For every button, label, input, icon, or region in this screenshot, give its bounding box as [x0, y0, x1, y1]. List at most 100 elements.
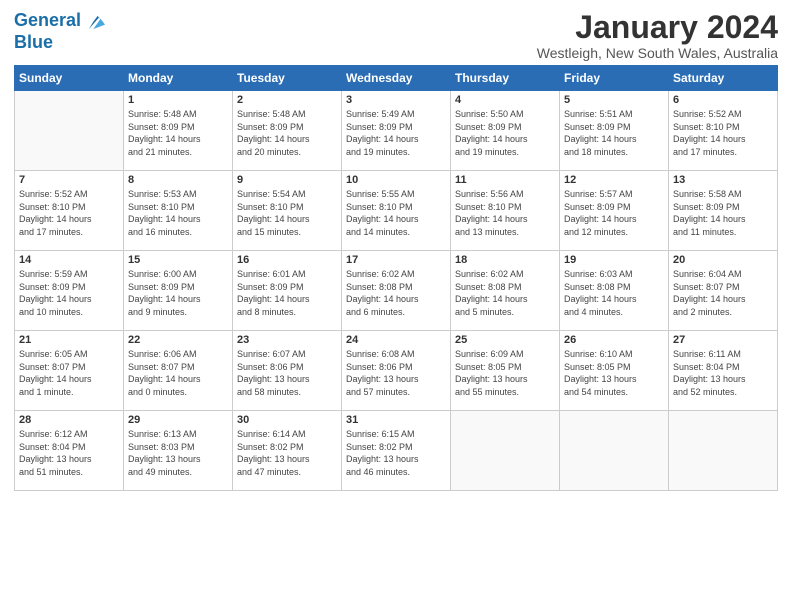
day-info: Sunrise: 5:52 AM Sunset: 8:10 PM Dayligh… — [673, 108, 773, 158]
title-block: January 2024 Westleigh, New South Wales,… — [537, 10, 778, 61]
day-number: 24 — [346, 334, 446, 346]
day-info: Sunrise: 5:54 AM Sunset: 8:10 PM Dayligh… — [237, 188, 337, 238]
calendar-week-1: 1 Sunrise: 5:48 AM Sunset: 8:09 PM Daylig… — [15, 91, 778, 171]
calendar-cell: 14 Sunrise: 5:59 AM Sunset: 8:09 PM Dayli… — [15, 251, 124, 331]
day-info: Sunrise: 5:50 AM Sunset: 8:09 PM Dayligh… — [455, 108, 555, 158]
calendar-cell: 11Sunrise: 5:56 AM Sunset: 8:10 PM Dayli… — [451, 171, 560, 251]
calendar-cell: 2Sunrise: 5:48 AM Sunset: 8:09 PM Daylig… — [233, 91, 342, 171]
calendar-cell: 22 Sunrise: 6:06 AM Sunset: 8:07 PM Dayli… — [124, 331, 233, 411]
day-info: Sunrise: 6:06 AM Sunset: 8:07 PM Dayligh… — [128, 348, 228, 398]
day-number: 2 — [237, 94, 337, 106]
day-info: Sunrise: 5:56 AM Sunset: 8:10 PM Dayligh… — [455, 188, 555, 238]
day-number: 23 — [237, 334, 337, 346]
calendar-cell: 18 Sunrise: 6:02 AM Sunset: 8:08 PM Dayli… — [451, 251, 560, 331]
calendar-cell: 12 Sunrise: 5:57 AM Sunset: 8:09 PM Dayli… — [560, 171, 669, 251]
calendar-cell: 6 Sunrise: 5:52 AM Sunset: 8:10 PM Daylig… — [669, 91, 778, 171]
calendar-cell: 28Sunrise: 6:12 AM Sunset: 8:04 PM Dayli… — [15, 411, 124, 491]
calendar-week-4: 21Sunrise: 6:05 AM Sunset: 8:07 PM Dayli… — [15, 331, 778, 411]
day-number: 3 — [346, 94, 446, 106]
page-container: General Blue January 2024 Westleigh, New… — [0, 0, 792, 497]
day-number: 14 — [19, 254, 119, 266]
calendar-cell: 15 Sunrise: 6:00 AM Sunset: 8:09 PM Dayli… — [124, 251, 233, 331]
day-number: 22 — [128, 334, 228, 346]
calendar-cell: 30 Sunrise: 6:14 AM Sunset: 8:02 PM Dayli… — [233, 411, 342, 491]
day-number: 17 — [346, 254, 446, 266]
logo-blue: Blue — [14, 32, 105, 53]
day-number: 30 — [237, 414, 337, 426]
day-number: 28 — [19, 414, 119, 426]
day-info: Sunrise: 6:00 AM Sunset: 8:09 PM Dayligh… — [128, 268, 228, 318]
weekday-header-row: SundayMondayTuesdayWednesdayThursdayFrid… — [15, 66, 778, 91]
day-info: Sunrise: 5:49 AM Sunset: 8:09 PM Dayligh… — [346, 108, 446, 158]
calendar-cell: 9 Sunrise: 5:54 AM Sunset: 8:10 PM Daylig… — [233, 171, 342, 251]
logo-icon — [83, 10, 105, 32]
calendar-cell — [15, 91, 124, 171]
day-info: Sunrise: 5:57 AM Sunset: 8:09 PM Dayligh… — [564, 188, 664, 238]
day-info: Sunrise: 6:07 AM Sunset: 8:06 PM Dayligh… — [237, 348, 337, 398]
calendar-cell: 26Sunrise: 6:10 AM Sunset: 8:05 PM Dayli… — [560, 331, 669, 411]
logo-text: General — [14, 11, 81, 31]
day-number: 9 — [237, 174, 337, 186]
header: General Blue January 2024 Westleigh, New… — [14, 10, 778, 61]
calendar-cell: 25Sunrise: 6:09 AM Sunset: 8:05 PM Dayli… — [451, 331, 560, 411]
weekday-header-saturday: Saturday — [669, 66, 778, 91]
day-info: Sunrise: 5:58 AM Sunset: 8:09 PM Dayligh… — [673, 188, 773, 238]
calendar-cell: 23 Sunrise: 6:07 AM Sunset: 8:06 PM Dayli… — [233, 331, 342, 411]
day-info: Sunrise: 6:05 AM Sunset: 8:07 PM Dayligh… — [19, 348, 119, 398]
day-info: Sunrise: 6:14 AM Sunset: 8:02 PM Dayligh… — [237, 428, 337, 478]
weekday-header-tuesday: Tuesday — [233, 66, 342, 91]
day-number: 7 — [19, 174, 119, 186]
calendar-cell: 8 Sunrise: 5:53 AM Sunset: 8:10 PM Daylig… — [124, 171, 233, 251]
day-number: 6 — [673, 94, 773, 106]
weekday-header-thursday: Thursday — [451, 66, 560, 91]
day-info: Sunrise: 5:55 AM Sunset: 8:10 PM Dayligh… — [346, 188, 446, 238]
calendar-cell — [451, 411, 560, 491]
calendar-week-3: 14 Sunrise: 5:59 AM Sunset: 8:09 PM Dayli… — [15, 251, 778, 331]
day-number: 18 — [455, 254, 555, 266]
day-info: Sunrise: 6:04 AM Sunset: 8:07 PM Dayligh… — [673, 268, 773, 318]
month-title: January 2024 — [537, 10, 778, 45]
calendar-cell: 19Sunrise: 6:03 AM Sunset: 8:08 PM Dayli… — [560, 251, 669, 331]
day-number: 13 — [673, 174, 773, 186]
calendar-cell: 13 Sunrise: 5:58 AM Sunset: 8:09 PM Dayli… — [669, 171, 778, 251]
weekday-header-sunday: Sunday — [15, 66, 124, 91]
day-info: Sunrise: 6:09 AM Sunset: 8:05 PM Dayligh… — [455, 348, 555, 398]
day-number: 10 — [346, 174, 446, 186]
day-info: Sunrise: 6:11 AM Sunset: 8:04 PM Dayligh… — [673, 348, 773, 398]
day-number: 15 — [128, 254, 228, 266]
day-number: 4 — [455, 94, 555, 106]
day-info: Sunrise: 5:48 AM Sunset: 8:09 PM Dayligh… — [128, 108, 228, 158]
calendar-cell: 20 Sunrise: 6:04 AM Sunset: 8:07 PM Dayli… — [669, 251, 778, 331]
day-number: 20 — [673, 254, 773, 266]
calendar-cell: 16Sunrise: 6:01 AM Sunset: 8:09 PM Dayli… — [233, 251, 342, 331]
calendar-table: SundayMondayTuesdayWednesdayThursdayFrid… — [14, 65, 778, 491]
day-number: 5 — [564, 94, 664, 106]
calendar-cell: 10 Sunrise: 5:55 AM Sunset: 8:10 PM Dayli… — [342, 171, 451, 251]
day-number: 31 — [346, 414, 446, 426]
day-info: Sunrise: 6:02 AM Sunset: 8:08 PM Dayligh… — [455, 268, 555, 318]
day-number: 12 — [564, 174, 664, 186]
day-number: 27 — [673, 334, 773, 346]
calendar-cell: 1 Sunrise: 5:48 AM Sunset: 8:09 PM Daylig… — [124, 91, 233, 171]
logo: General Blue — [14, 10, 105, 53]
calendar-cell: 21Sunrise: 6:05 AM Sunset: 8:07 PM Dayli… — [15, 331, 124, 411]
weekday-header-monday: Monday — [124, 66, 233, 91]
day-info: Sunrise: 6:13 AM Sunset: 8:03 PM Dayligh… — [128, 428, 228, 478]
day-info: Sunrise: 6:08 AM Sunset: 8:06 PM Dayligh… — [346, 348, 446, 398]
day-number: 1 — [128, 94, 228, 106]
location: Westleigh, New South Wales, Australia — [537, 45, 778, 61]
calendar-cell: 17Sunrise: 6:02 AM Sunset: 8:08 PM Dayli… — [342, 251, 451, 331]
calendar-week-2: 7Sunrise: 5:52 AM Sunset: 8:10 PM Daylig… — [15, 171, 778, 251]
calendar-week-5: 28Sunrise: 6:12 AM Sunset: 8:04 PM Dayli… — [15, 411, 778, 491]
calendar-cell: 27 Sunrise: 6:11 AM Sunset: 8:04 PM Dayli… — [669, 331, 778, 411]
calendar-cell: 29Sunrise: 6:13 AM Sunset: 8:03 PM Dayli… — [124, 411, 233, 491]
day-info: Sunrise: 5:53 AM Sunset: 8:10 PM Dayligh… — [128, 188, 228, 238]
weekday-header-wednesday: Wednesday — [342, 66, 451, 91]
weekday-header-friday: Friday — [560, 66, 669, 91]
day-info: Sunrise: 5:59 AM Sunset: 8:09 PM Dayligh… — [19, 268, 119, 318]
calendar-cell: 24 Sunrise: 6:08 AM Sunset: 8:06 PM Dayli… — [342, 331, 451, 411]
calendar-cell: 5Sunrise: 5:51 AM Sunset: 8:09 PM Daylig… — [560, 91, 669, 171]
day-info: Sunrise: 6:10 AM Sunset: 8:05 PM Dayligh… — [564, 348, 664, 398]
day-number: 8 — [128, 174, 228, 186]
calendar-cell — [669, 411, 778, 491]
